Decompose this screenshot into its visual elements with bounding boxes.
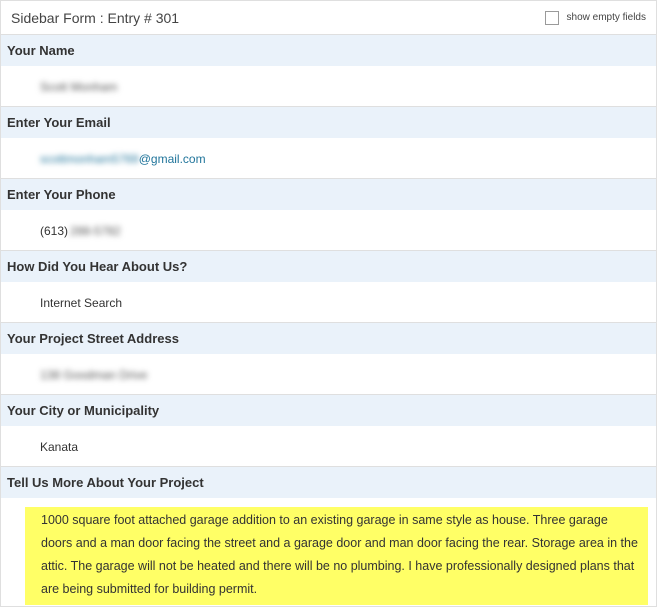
field-label-address: Your Project Street Address	[1, 323, 656, 355]
entry-panel: Sidebar Form : Entry # 301 show empty fi…	[0, 0, 657, 607]
show-empty-fields-toggle[interactable]: show empty fields	[544, 10, 646, 25]
phone-value-redacted: 288-5782	[70, 223, 121, 238]
email-link[interactable]: scottmonham5769@gmail.com	[40, 152, 206, 166]
field-value-source: Internet Search	[1, 283, 656, 323]
address-value-redacted: 138 Goodman Drive	[40, 367, 148, 382]
show-empty-fields-checkbox[interactable]	[544, 10, 559, 25]
name-value-redacted: Scott Monham	[40, 79, 118, 94]
field-label-project: Tell Us More About Your Project	[1, 467, 656, 499]
project-description: 1000 square foot attached garage additio…	[25, 507, 648, 605]
field-value-project: 1000 square foot attached garage additio…	[1, 499, 656, 605]
field-label-email: Enter Your Email	[1, 107, 656, 139]
entry-header: Sidebar Form : Entry # 301 show empty fi…	[1, 1, 656, 35]
entry-title: Sidebar Form : Entry # 301	[11, 9, 180, 26]
source-value: Internet Search	[40, 295, 123, 310]
field-value-address: 138 Goodman Drive	[1, 355, 656, 395]
email-value-redacted: scottmonham5769	[40, 151, 139, 166]
show-empty-fields-label: show empty fields	[566, 12, 646, 23]
city-value: Kanata	[40, 439, 79, 454]
field-value-email: scottmonham5769@gmail.com	[1, 139, 656, 179]
field-label-phone: Enter Your Phone	[1, 179, 656, 211]
field-label-name: Your Name	[1, 35, 656, 67]
email-domain: @gmail.com	[138, 151, 206, 166]
field-label-city: Your City or Municipality	[1, 395, 656, 427]
field-value-name: Scott Monham	[1, 67, 656, 107]
field-label-source: How Did You Hear About Us?	[1, 251, 656, 283]
field-value-city: Kanata	[1, 427, 656, 467]
phone-area-code: (613)	[40, 223, 69, 238]
field-value-phone: (613) 288-5782	[1, 211, 656, 251]
